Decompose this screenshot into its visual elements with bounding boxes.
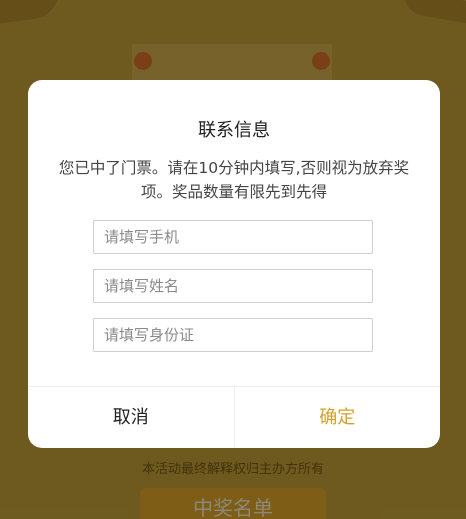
name-input[interactable] — [93, 269, 373, 303]
dialog-actions: 取消 确定 — [28, 386, 440, 448]
dialog-message: 您已中了门票。请在10分钟内填写,否则视为放弃奖项。奖品数量有限先到先得 — [58, 159, 410, 201]
cancel-button[interactable]: 取消 — [28, 387, 235, 448]
phone-input[interactable] — [93, 220, 373, 254]
page: 本活动最终解释权归主办方所有 中奖名单 联系信息 您已中了门票。请在10分钟内填… — [0, 0, 466, 519]
id-number-input[interactable] — [93, 318, 373, 352]
dialog-title: 联系信息 — [198, 120, 270, 141]
confirm-button[interactable]: 确定 — [235, 387, 441, 448]
contact-info-dialog: 联系信息 您已中了门票。请在10分钟内填写,否则视为放弃奖项。奖品数量有限先到先… — [28, 80, 440, 448]
